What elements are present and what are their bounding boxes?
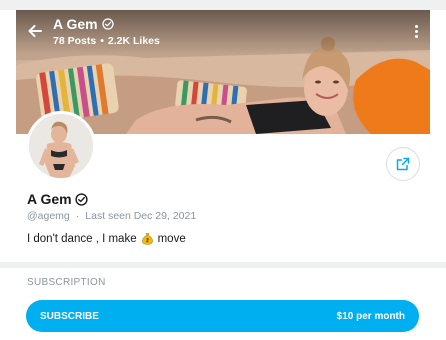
- share-icon: [396, 157, 410, 171]
- subscribe-price: $10 per month: [336, 310, 405, 322]
- more-vertical-icon-dot: [414, 34, 418, 38]
- verified-badge-icon: [101, 18, 114, 30]
- avatar[interactable]: [26, 111, 96, 181]
- header-name-row: A Gem: [53, 16, 160, 32]
- profile-name-row: A Gem: [27, 191, 88, 207]
- header-info: A Gem 78 Posts • 2.2K Likes: [53, 16, 160, 47]
- header-name: A Gem: [53, 16, 98, 32]
- more-vertical-icon-dot: [414, 29, 418, 33]
- stats-separator: •: [100, 35, 104, 47]
- profile-name: A Gem: [27, 191, 72, 207]
- likes-count: 2.2K Likes: [107, 35, 160, 47]
- back-button[interactable]: [24, 20, 46, 42]
- subscription-card: SUBSCRIPTION SUBSCRIBE $10 per month: [16, 268, 430, 340]
- money-bag-icon: [141, 232, 154, 245]
- subscribe-button[interactable]: SUBSCRIBE $10 per month: [26, 300, 419, 332]
- subscription-title: SUBSCRIPTION: [27, 277, 106, 288]
- subscribe-label: SUBSCRIBE: [40, 310, 99, 322]
- bio-text-end: move: [157, 232, 186, 245]
- more-options-button[interactable]: [408, 22, 424, 40]
- top-strip: [0, 0, 446, 10]
- meta-separator: ·: [75, 210, 80, 222]
- profile-handle: @agemg: [27, 210, 70, 222]
- profile-bio: I don't dance , I make move: [27, 232, 186, 245]
- verified-badge-icon: [74, 192, 88, 206]
- more-vertical-icon: [414, 24, 418, 28]
- last-seen: Last seen Dec 29, 2021: [85, 210, 197, 222]
- profile-meta: @agemg · Last seen Dec 29, 2021: [27, 210, 196, 222]
- posts-count: 78 Posts: [53, 35, 97, 47]
- avatar-image: [29, 114, 93, 178]
- bio-text-start: I don't dance , I make: [27, 232, 137, 245]
- profile-card: A Gem 78 Posts • 2.2K Likes A Gem @agemg…: [16, 10, 430, 262]
- header-stats: 78 Posts • 2.2K Likes: [53, 35, 160, 47]
- arrow-left-icon: [28, 25, 42, 37]
- share-button[interactable]: [386, 147, 420, 181]
